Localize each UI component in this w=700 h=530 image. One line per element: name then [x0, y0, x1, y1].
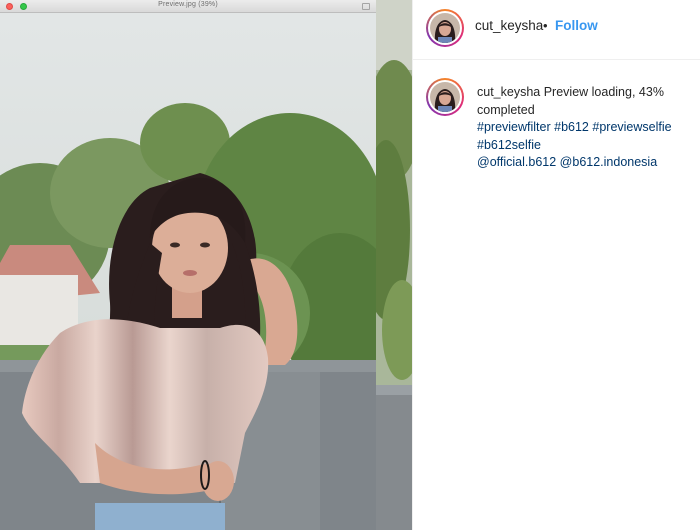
caption-text: cut_keysha Preview loading, 43% complete… [477, 84, 693, 172]
follow-button[interactable]: Follow [555, 18, 598, 33]
preview-window: Preview.jpg (39%) [0, 0, 376, 530]
mention-link[interactable]: @b612.indonesia [560, 155, 658, 169]
post-sidebar: cut_keysha • Follow cut_keysha Preview l… [412, 0, 700, 530]
mention-link[interactable]: @official.b612 [477, 155, 556, 169]
post-header: cut_keysha • Follow [413, 0, 700, 60]
comment-avatar-image [430, 82, 460, 112]
window-titlebar[interactable]: Preview.jpg (39%) [0, 0, 376, 13]
separator-dot: • [543, 18, 548, 33]
window-title: Preview.jpg (39%) [158, 1, 218, 8]
avatar-image [430, 13, 460, 43]
hashtag-link[interactable]: #b612 [554, 120, 589, 134]
post-media[interactable]: Preview.jpg (39%) [0, 0, 412, 530]
window-resize-icon[interactable] [362, 3, 370, 10]
post-author-username[interactable]: cut_keysha [475, 18, 543, 33]
hashtag-link[interactable]: #previewselfie [592, 120, 671, 134]
hashtag-link[interactable]: #b612selfie [477, 138, 541, 152]
caption-username[interactable]: cut_keysha [477, 85, 540, 99]
hashtag-link[interactable]: #previewfilter [477, 120, 551, 134]
comment-avatar[interactable] [426, 78, 464, 116]
background-photo-strip [376, 0, 412, 530]
post-photo [0, 13, 376, 530]
avatar[interactable] [426, 9, 464, 47]
